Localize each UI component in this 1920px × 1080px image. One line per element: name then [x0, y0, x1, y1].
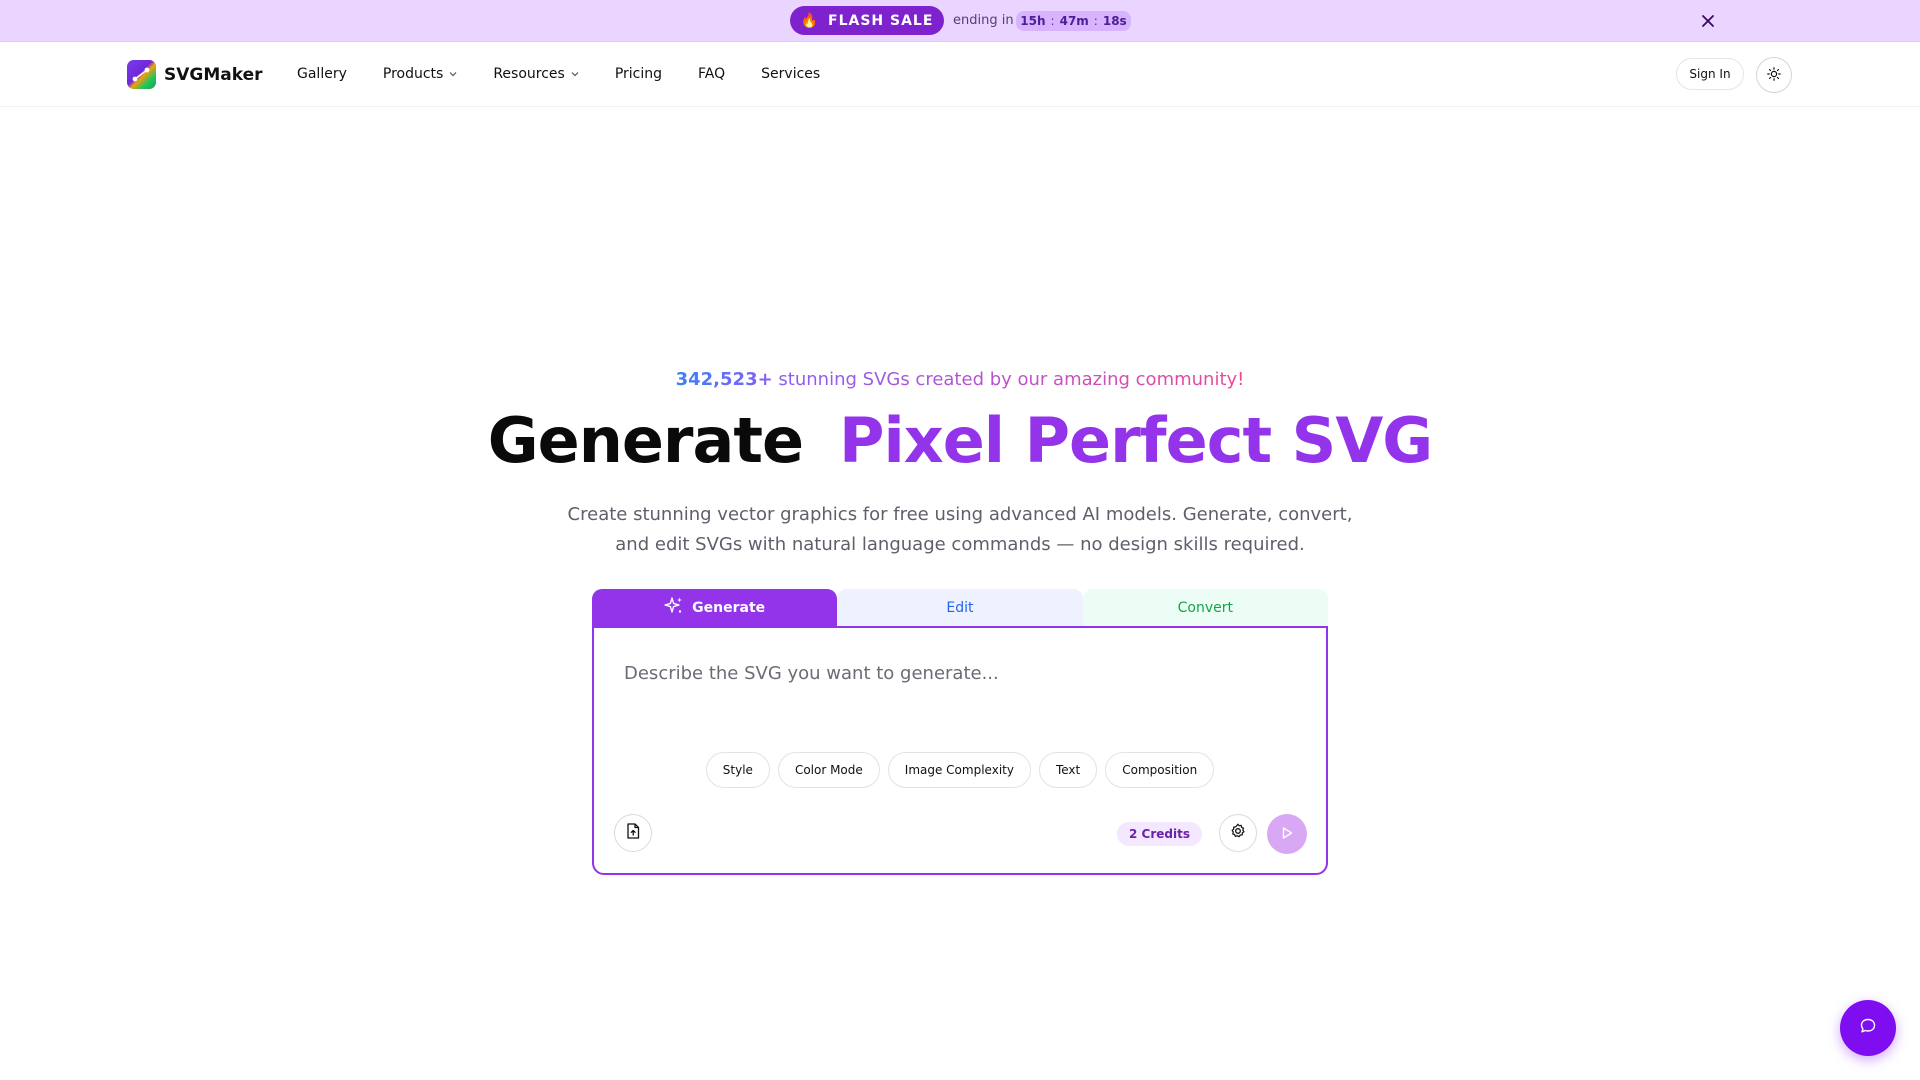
chevron-down-icon	[571, 70, 579, 80]
generate-panel: Style Color Mode Image Complexity Text C…	[592, 626, 1328, 875]
chevron-down-icon	[449, 70, 457, 80]
option-style-button[interactable]: Style	[705, 752, 770, 788]
tab-label: Edit	[946, 599, 974, 616]
nav-item-label: FAQ	[698, 66, 726, 82]
tab-edit[interactable]: Edit	[837, 589, 1083, 626]
hero-subtitle: Create stunning vector graphics for free…	[540, 500, 1380, 560]
nav-item-products[interactable]: Products	[383, 66, 457, 82]
countdown-timer: 15h : 47m : 18s	[1016, 11, 1131, 31]
tab-label: Generate	[692, 599, 766, 616]
site-header: SVGMaker Gallery Products Resources Pric…	[0, 42, 1920, 107]
promo-banner: 🔥 FLASH SALE ending in 15h : 47m : 18s	[0, 0, 1920, 42]
gear-icon	[1230, 823, 1246, 843]
subtitle-line: and edit SVGs with natural language comm…	[615, 534, 1305, 555]
tab-label: Convert	[1177, 599, 1233, 616]
close-icon[interactable]	[1698, 11, 1718, 31]
timer-separator: :	[1093, 14, 1098, 28]
nav-item-label: Services	[761, 66, 821, 82]
headline-part1: Generate	[487, 404, 804, 477]
tab-convert[interactable]: Convert	[1082, 589, 1328, 626]
timer-minutes: 47m	[1059, 14, 1089, 28]
logo[interactable]: SVGMaker	[127, 60, 263, 89]
sparkles-icon	[664, 596, 684, 620]
logo-text: SVGMaker	[164, 64, 263, 85]
nav-item-resources[interactable]: Resources	[493, 66, 579, 82]
page-title: Generate Pixel Perfect SVG	[0, 404, 1920, 477]
generate-submit-button[interactable]	[1267, 814, 1307, 854]
logo-icon	[127, 60, 156, 89]
sign-in-button[interactable]: Sign In	[1676, 58, 1744, 90]
flash-sale-badge[interactable]: 🔥 FLASH SALE	[790, 6, 944, 35]
flash-sale-label: FLASH SALE	[828, 12, 934, 29]
settings-button[interactable]	[1219, 814, 1257, 852]
ending-in-label: ending in	[953, 13, 1014, 28]
nav-item-label: Gallery	[297, 66, 347, 82]
nav-item-label: Pricing	[614, 66, 663, 82]
sun-icon	[1767, 66, 1781, 85]
nav-item-label: Products	[382, 66, 444, 82]
subtitle-line: Create stunning vector graphics for free…	[567, 504, 1353, 525]
nav-item-label: Resources	[493, 66, 565, 82]
option-image-complexity-button[interactable]: Image Complexity	[887, 752, 1031, 788]
community-stat: 342,523+ stunning SVGs created by our am…	[0, 369, 1920, 390]
tool-tabs: Generate Edit Convert	[592, 589, 1328, 626]
option-chips: Style Color Mode Image Complexity Text C…	[594, 752, 1326, 788]
chat-widget-button[interactable]	[1840, 1000, 1896, 1056]
community-count: 342,523+	[675, 369, 773, 390]
theme-toggle-button[interactable]	[1756, 57, 1792, 93]
upload-file-button[interactable]	[614, 814, 652, 852]
timer-separator: :	[1050, 14, 1055, 28]
option-color-mode-button[interactable]: Color Mode	[777, 752, 880, 788]
file-upload-icon	[626, 823, 640, 843]
option-text-button[interactable]: Text	[1038, 752, 1098, 788]
nav-item-services[interactable]: Services	[761, 66, 820, 82]
nav-item-gallery[interactable]: Gallery	[297, 66, 347, 82]
fire-icon: 🔥	[800, 12, 819, 29]
community-text: stunning SVGs created by our amazing com…	[778, 369, 1245, 390]
play-icon	[1280, 825, 1294, 844]
prompt-input[interactable]	[624, 658, 1294, 688]
main-nav: Gallery Products Resources Pricing FAQ S…	[297, 66, 820, 82]
tab-generate[interactable]: Generate	[592, 589, 838, 626]
credits-badge: 2 Credits	[1117, 822, 1202, 846]
timer-hours: 15h	[1020, 14, 1046, 28]
headline-part2: Pixel Perfect SVG	[839, 404, 1433, 477]
nav-item-pricing[interactable]: Pricing	[615, 66, 662, 82]
nav-item-faq[interactable]: FAQ	[698, 66, 725, 82]
option-composition-button[interactable]: Composition	[1105, 752, 1215, 788]
timer-seconds: 18s	[1102, 14, 1127, 28]
chat-bubble-icon	[1859, 1017, 1877, 1039]
